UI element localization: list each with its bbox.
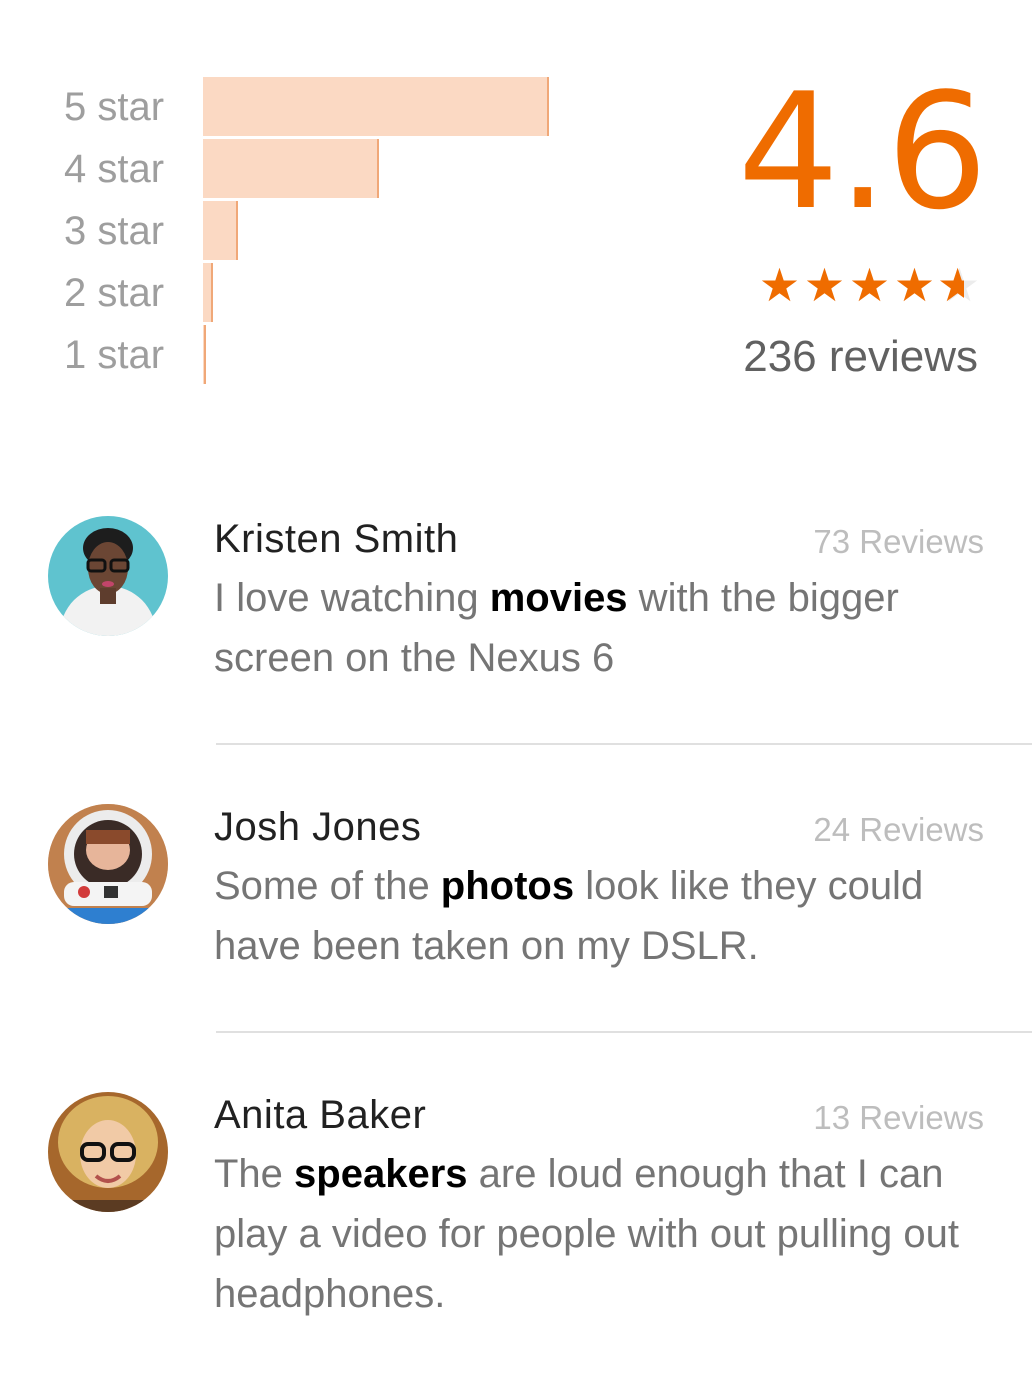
rating-bar-row-1[interactable]: 1 star <box>0 324 600 386</box>
reviewer-review-count[interactable]: 73 Reviews <box>813 522 984 562</box>
review-divider <box>216 1031 1032 1033</box>
avatar[interactable] <box>48 516 168 636</box>
star-icon: ★ ★ <box>848 258 891 312</box>
star-rating: ★ ★ ★ ★ ★ ★ ★ ★ ★ ★ <box>757 262 982 308</box>
rating-bar-fill <box>203 139 379 198</box>
total-review-count[interactable]: 236 reviews <box>743 330 978 384</box>
rating-bar-track <box>203 263 549 322</box>
review-highlight-keyword: speakers <box>294 1152 468 1196</box>
review-highlight-keyword: photos <box>440 864 575 908</box>
average-rating-score: 4.6 <box>737 58 988 245</box>
rating-bar-track <box>203 325 549 384</box>
rating-bar-row-5[interactable]: 5 star <box>0 76 600 138</box>
rating-bar-track <box>203 201 549 260</box>
review-divider <box>216 743 1032 745</box>
rating-bar-fill <box>203 77 549 136</box>
rating-bar-label: 5 star <box>64 85 165 129</box>
review-text: The speakers are loud enough that I can … <box>214 1144 974 1324</box>
avatar-kristen-image <box>48 516 168 636</box>
reviewer-review-count[interactable]: 13 Reviews <box>813 1098 984 1138</box>
review-text: Some of the photos look like they could … <box>214 856 974 976</box>
rating-bar-row-3[interactable]: 3 star <box>0 200 600 262</box>
star-icon: ★ ★ <box>893 258 936 312</box>
rating-bar-fill <box>203 263 213 322</box>
rating-bar-row-4[interactable]: 4 star <box>0 138 600 200</box>
rating-bar-label: 4 star <box>64 147 165 191</box>
avatar-anita-image <box>48 1092 168 1212</box>
rating-bar-fill <box>203 201 238 260</box>
rating-bar-track <box>203 139 549 198</box>
star-icon: ★ ★ <box>803 258 846 312</box>
avatar[interactable] <box>48 1092 168 1212</box>
star-icon: ★ ★ <box>758 258 801 312</box>
rating-bar-label: 2 star <box>64 271 165 315</box>
avatar[interactable] <box>48 804 168 924</box>
rating-bar-label: 1 star <box>64 333 165 377</box>
review-text-part: I love watching <box>214 576 490 620</box>
review-text-part: The <box>214 1152 295 1196</box>
reviewer-name[interactable]: Anita Baker <box>214 1092 426 1138</box>
review-highlight-keyword: movies <box>489 576 628 620</box>
review-text-part: Some of the <box>214 864 441 908</box>
star-icon: ★ ★ <box>937 258 981 312</box>
reviewer-name[interactable]: Kristen Smith <box>214 516 458 562</box>
rating-bar-row-2[interactable]: 2 star <box>0 262 600 324</box>
avatar-josh-image <box>48 804 168 924</box>
rating-bar-label: 3 star <box>64 209 165 253</box>
rating-bar-track <box>203 77 549 136</box>
reviewer-name[interactable]: Josh Jones <box>214 804 421 850</box>
rating-summary: 5 star 4 star 3 star 2 star 1 star 4.6 ★… <box>0 0 1032 420</box>
reviewer-review-count[interactable]: 24 Reviews <box>813 810 984 850</box>
review-text: I love watching movies with the bigger s… <box>214 568 974 688</box>
rating-bar-fill <box>203 325 206 384</box>
